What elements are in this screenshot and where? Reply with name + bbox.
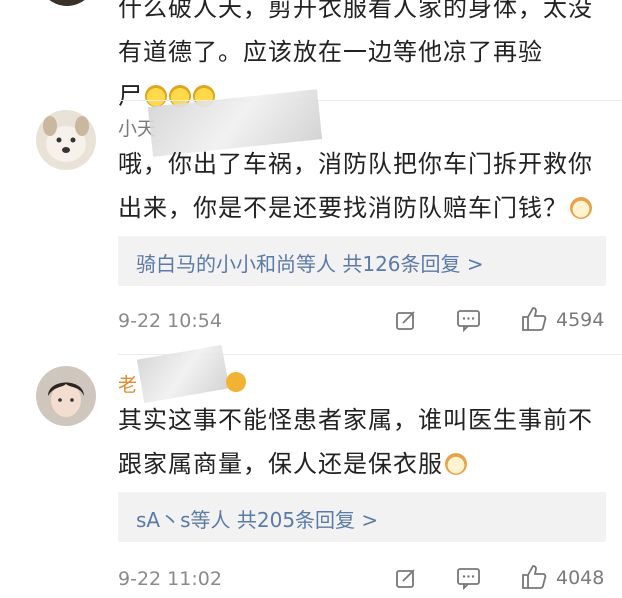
comment-text: 其实这事不能怪患者家属，谁叫医生事前不 跟家属商量，保人还是保衣服: [118, 398, 613, 486]
cat-face-emoji-icon: [570, 197, 592, 219]
comment-line: 有道德了。应该放在一边等他凉了再验: [118, 38, 543, 66]
like-button[interactable]: 4048: [520, 563, 610, 593]
comment-line: 哦，你出了车祸，消防队把你车门拆开救你: [118, 150, 593, 178]
timestamp: 9-22 11:02: [118, 568, 222, 590]
comment-line: 其实这事不能怪患者家属，谁叫医生事前不: [118, 406, 593, 434]
timestamp: 9-22 10:54: [118, 310, 222, 332]
cry-laugh-emoji-icon: [145, 85, 167, 107]
reply-summary-text: sA丶s等人 共205条回复 >: [136, 508, 379, 532]
reply-summary[interactable]: sA丶s等人 共205条回复 >: [118, 492, 606, 542]
thumbs-up-icon: [520, 563, 548, 591]
divider: [118, 100, 622, 101]
comment-line: 跟家属商量，保人还是保衣服: [118, 450, 443, 478]
person-icon: [48, 382, 84, 417]
like-button[interactable]: 4594: [520, 305, 610, 335]
comment-text: 哦，你出了车祸，消防队把你车门拆开救你 出来，你是不是还要找消防队赔车门钱？: [118, 142, 613, 230]
comment-line: 尸: [118, 82, 143, 110]
cat-face-emoji-icon: [445, 453, 467, 475]
like-count: 4048: [556, 567, 605, 589]
repost-icon[interactable]: [394, 566, 418, 590]
comment-icon[interactable]: [456, 308, 482, 332]
nickname[interactable]: 老: [118, 370, 137, 397]
comment-line: 什么破人天，剪开衣服看人家的身体，太没: [118, 0, 593, 22]
like-count: 4594: [556, 309, 605, 331]
reply-summary[interactable]: 骑白马的小小和尚等人 共126条回复 >: [118, 236, 606, 286]
thumbs-up-icon: [520, 305, 548, 333]
reply-summary-text: 骑白马的小小和尚等人 共126条回复 >: [136, 252, 484, 276]
comment-line: 出来，你是不是还要找消防队赔车门钱？: [118, 194, 568, 222]
comment-icon[interactable]: [456, 566, 482, 590]
badge-icon: [226, 372, 246, 392]
repost-icon[interactable]: [394, 308, 418, 332]
avatar[interactable]: [38, 0, 96, 6]
dog-avatar[interactable]: [36, 110, 96, 170]
dog-face-icon: [43, 116, 89, 162]
boy-avatar[interactable]: [36, 366, 96, 426]
